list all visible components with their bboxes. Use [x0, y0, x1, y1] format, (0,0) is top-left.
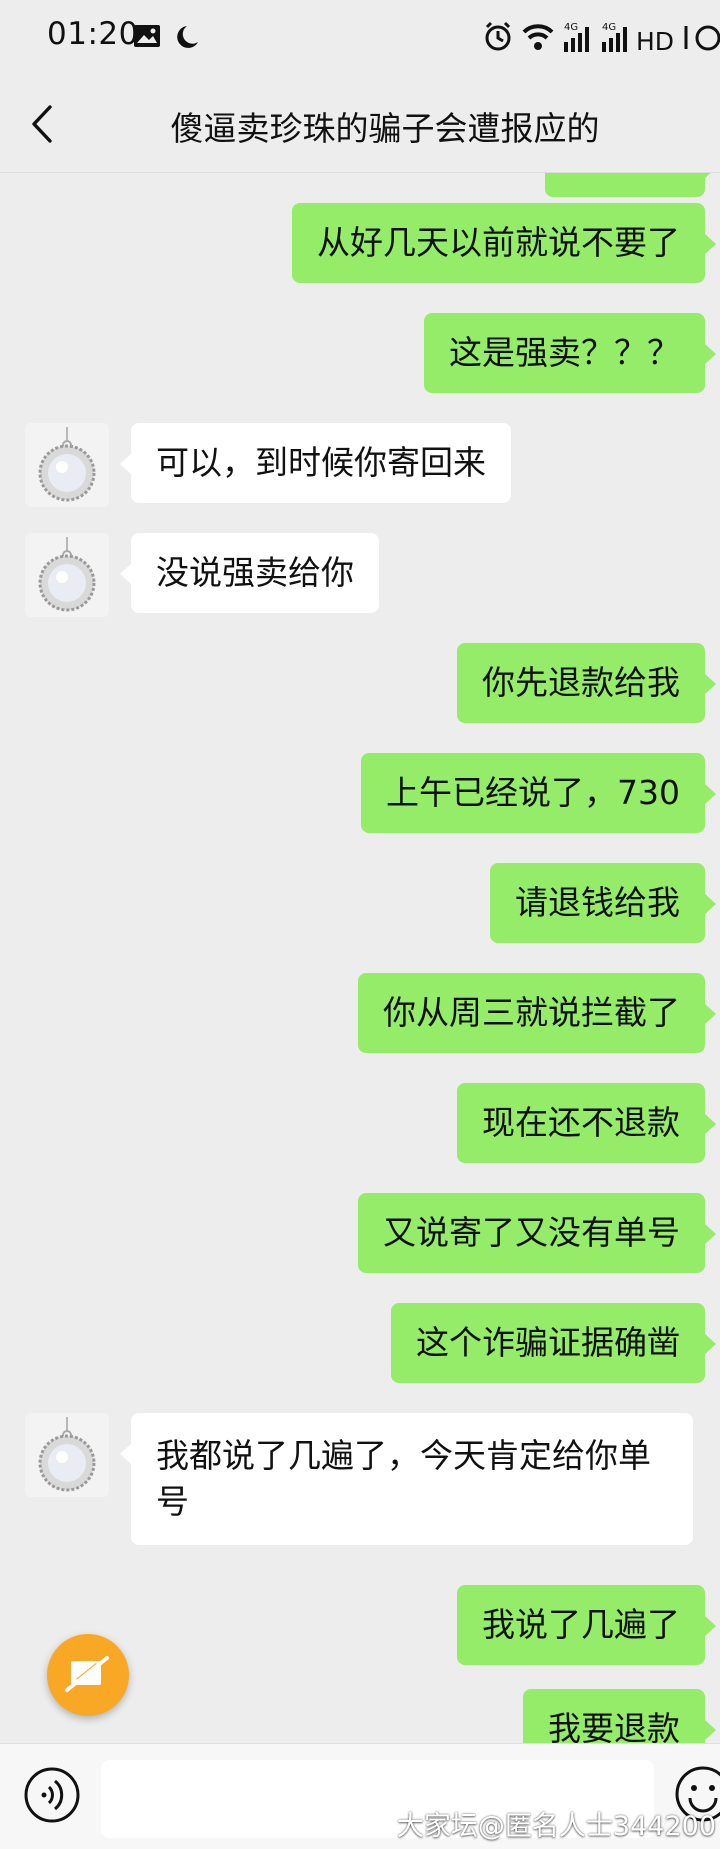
- message-bubble-partial[interactable]: [545, 173, 716, 197]
- svg-text:4G: 4G: [564, 22, 578, 33]
- status-left-icons: [132, 22, 204, 56]
- chat-screen: 01:20 4G 4G HD 傻逼卖珍珠的骗子会遭报应的 从好几天以前就说不要了…: [0, 0, 720, 1849]
- chat-header: 傻逼卖珍珠的骗子会遭报应的: [0, 72, 720, 174]
- message-bubble-incoming[interactable]: 没说强卖给你: [120, 533, 379, 613]
- chat-title: 傻逼卖珍珠的骗子会遭报应的: [170, 109, 600, 148]
- message-bubble-outgoing[interactable]: 这是强卖？？？: [424, 313, 716, 393]
- back-button[interactable]: [26, 101, 60, 147]
- message-bubble-outgoing[interactable]: 我要退款: [523, 1689, 716, 1743]
- watermark: 大家坛@匿名人士344200: [396, 1811, 716, 1842]
- network-hd-label: HD: [636, 27, 674, 56]
- pearl-pendant-avatar: [25, 533, 109, 617]
- voice-icon: [24, 1767, 80, 1823]
- message-bubble-outgoing[interactable]: 你从周三就说拦截了: [358, 973, 716, 1053]
- message-bubble-outgoing[interactable]: 你先退款给我: [457, 643, 716, 723]
- wifi-icon: [522, 24, 554, 50]
- message-bubble-incoming[interactable]: 我都说了几遍了，今天肯定给你单号: [120, 1413, 693, 1545]
- status-bar: 01:20 4G 4G HD: [0, 0, 720, 72]
- signal-4g-icon-2: 4G: [602, 22, 627, 52]
- message-bubble-incoming[interactable]: 可以，到时候你寄回来: [120, 423, 511, 503]
- pearl-pendant-avatar: [25, 423, 109, 507]
- moon-icon: [177, 26, 198, 48]
- chevron-left-icon: [32, 105, 52, 143]
- alarm-icon: [485, 21, 511, 51]
- gallery-notification-icon: [134, 25, 160, 47]
- message-bubble-outgoing[interactable]: 又说寄了又没有单号: [358, 1193, 716, 1273]
- message-bubble-outgoing[interactable]: 从好几天以前就说不要了: [292, 203, 716, 283]
- contact-avatar[interactable]: [25, 423, 109, 507]
- message-bubble-outgoing[interactable]: 这个诈骗证据确凿: [391, 1303, 716, 1383]
- message-bubble-outgoing[interactable]: 现在还不退款: [457, 1083, 716, 1163]
- message-bubble-outgoing[interactable]: 请退钱给我: [490, 863, 716, 943]
- voice-button[interactable]: [23, 1766, 81, 1824]
- status-time: 01:20: [47, 16, 139, 52]
- pearl-pendant-avatar: [25, 1413, 109, 1497]
- message-list[interactable]: 从好几天以前就说不要了 这是强卖？？？ 可以，到时候你寄回来 没说强卖给你 你先…: [0, 173, 720, 1743]
- battery-icon: [684, 25, 720, 51]
- message-bubble-outgoing[interactable]: 上午已经说了，730: [361, 753, 716, 833]
- pen-off-icon: [65, 1656, 109, 1692]
- signal-4g-icon: 4G: [564, 22, 589, 52]
- message-bubble-outgoing[interactable]: 我说了几遍了: [457, 1585, 716, 1665]
- contact-avatar[interactable]: [25, 1413, 109, 1497]
- floating-action-button[interactable]: [47, 1634, 129, 1716]
- status-right-icons: 4G 4G HD: [480, 18, 720, 58]
- contact-avatar[interactable]: [25, 533, 109, 617]
- svg-text:4G: 4G: [602, 22, 616, 33]
